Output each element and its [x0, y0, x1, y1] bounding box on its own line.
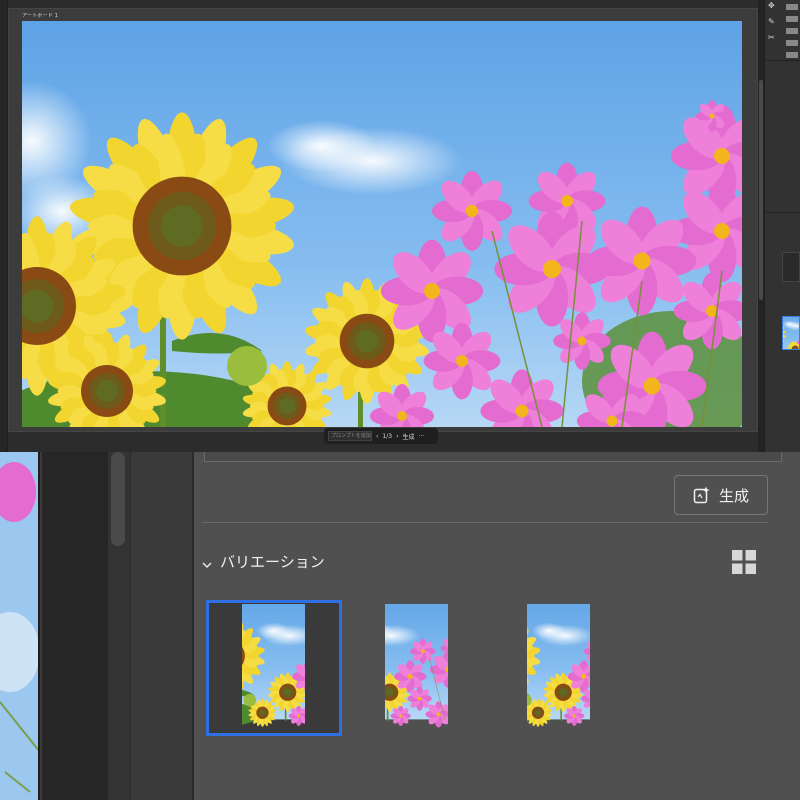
layer-row[interactable]: [786, 52, 798, 58]
chevron-down-icon[interactable]: [202, 556, 212, 569]
panel-gutter: [130, 452, 192, 800]
layer-row[interactable]: [786, 4, 798, 10]
contextual-task-bar: プロンプトを追加 ‹ 1/3 › 生成 ···: [324, 428, 438, 444]
canvas-scrollbar-thumb[interactable]: [759, 80, 763, 300]
move-tool-icon[interactable]: ✥: [768, 2, 775, 10]
more-options-button[interactable]: ···: [418, 433, 424, 440]
layer-row[interactable]: [786, 16, 798, 22]
variations-title: バリエーション: [220, 552, 325, 571]
taskbar-generate-button[interactable]: 生成: [402, 432, 414, 441]
generate-button[interactable]: 生成: [674, 475, 768, 515]
scissors-icon[interactable]: ✂: [768, 34, 775, 42]
variation-3-image[interactable]: [527, 604, 590, 732]
canvas-image-edge: [0, 452, 40, 800]
generate-button-label: 生成: [718, 486, 749, 505]
right-panel-mini: [764, 0, 800, 452]
scrollbar-thumb[interactable]: [111, 452, 125, 546]
section-divider: [202, 522, 768, 523]
canvas-background: [42, 452, 108, 800]
mini-variation-thumbnail[interactable]: [782, 316, 800, 350]
next-variation-button[interactable]: ›: [396, 433, 398, 440]
prompt-box-bottom-edge[interactable]: [204, 452, 782, 462]
artboard-image[interactable]: [22, 21, 742, 427]
left-toolbar-edge: [0, 0, 8, 452]
layer-row[interactable]: [786, 40, 798, 46]
variations-section-header[interactable]: バリエーション: [202, 551, 325, 571]
panel-divider: [766, 60, 800, 61]
variation-1-image[interactable]: [242, 604, 305, 732]
layer-row[interactable]: [786, 28, 798, 34]
mini-prompt-field[interactable]: [782, 252, 800, 282]
panel-divider: [766, 212, 800, 213]
prompt-input[interactable]: プロンプトを追加: [328, 431, 372, 441]
variation-counter: 1/3: [382, 432, 393, 440]
variation-2-image[interactable]: [385, 604, 448, 732]
sparkle-generate-icon: [693, 486, 711, 504]
previous-variation-button[interactable]: ‹: [376, 433, 378, 440]
grid-view-icon[interactable]: [732, 550, 756, 574]
edit-tool-icon[interactable]: ✎: [768, 18, 775, 26]
artboard-label[interactable]: アートボード 1: [22, 12, 58, 19]
